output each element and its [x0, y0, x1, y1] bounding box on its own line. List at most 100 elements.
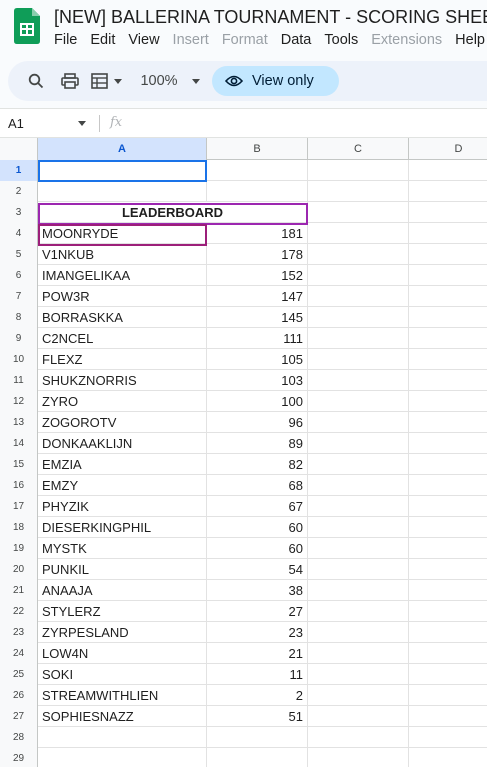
- empty-cell[interactable]: [308, 391, 409, 412]
- row-header[interactable]: 9: [0, 328, 38, 349]
- score-cell[interactable]: 60: [207, 538, 308, 559]
- score-cell[interactable]: 51: [207, 706, 308, 727]
- empty-cell[interactable]: [409, 685, 487, 706]
- empty-cell[interactable]: [409, 517, 487, 538]
- player-name-cell[interactable]: EMZIA: [38, 454, 207, 475]
- score-cell[interactable]: 21: [207, 643, 308, 664]
- empty-cell[interactable]: [409, 181, 487, 202]
- score-cell[interactable]: [207, 748, 308, 767]
- player-name-cell[interactable]: DIESERKINGPHIL: [38, 517, 207, 538]
- player-name-cell[interactable]: BORRASKKA: [38, 307, 207, 328]
- score-cell[interactable]: [207, 727, 308, 748]
- empty-cell[interactable]: [409, 664, 487, 685]
- empty-cell[interactable]: [308, 496, 409, 517]
- player-name-cell[interactable]: STREAMWITHLIEN: [38, 685, 207, 706]
- column-header-a[interactable]: A: [38, 138, 207, 160]
- row-header[interactable]: 12: [0, 391, 38, 412]
- view-only-button[interactable]: View only: [212, 66, 339, 96]
- select-all-corner[interactable]: [0, 138, 38, 160]
- row-header[interactable]: 29: [0, 748, 38, 767]
- empty-cell[interactable]: [308, 412, 409, 433]
- zoom-select[interactable]: 100%: [134, 61, 206, 101]
- row-header[interactable]: 10: [0, 349, 38, 370]
- menu-extensions[interactable]: Extensions: [371, 32, 442, 48]
- row-header[interactable]: 14: [0, 433, 38, 454]
- empty-cell[interactable]: [308, 286, 409, 307]
- empty-cell[interactable]: [409, 580, 487, 601]
- score-cell[interactable]: 152: [207, 265, 308, 286]
- player-name-cell[interactable]: [38, 727, 207, 748]
- player-name-cell[interactable]: EMZY: [38, 475, 207, 496]
- spreadsheet-grid[interactable]: A B C D 1 2 3 LEADERBOARD 4 MOONRYDE 181 5 V1NKU…: [0, 138, 487, 767]
- player-name-cell[interactable]: ZOGOROTV: [38, 412, 207, 433]
- column-header-d[interactable]: D: [409, 138, 487, 160]
- menu-edit[interactable]: Edit: [90, 32, 115, 48]
- score-cell[interactable]: 11: [207, 664, 308, 685]
- score-cell[interactable]: 2: [207, 685, 308, 706]
- score-cell[interactable]: 111: [207, 328, 308, 349]
- score-cell[interactable]: 181: [207, 223, 308, 244]
- score-cell[interactable]: 103: [207, 370, 308, 391]
- column-header-b[interactable]: B: [207, 138, 308, 160]
- empty-cell[interactable]: [409, 643, 487, 664]
- score-cell[interactable]: 67: [207, 496, 308, 517]
- menu-data[interactable]: Data: [281, 32, 312, 48]
- score-cell[interactable]: 89: [207, 433, 308, 454]
- row-header[interactable]: 28: [0, 727, 38, 748]
- empty-cell[interactable]: [409, 622, 487, 643]
- row-header[interactable]: 2: [0, 181, 38, 202]
- empty-cell[interactable]: [308, 307, 409, 328]
- empty-cell[interactable]: [308, 454, 409, 475]
- score-cell[interactable]: 100: [207, 391, 308, 412]
- empty-cell[interactable]: [409, 538, 487, 559]
- player-name-cell[interactable]: IMANGELIKAA: [38, 265, 207, 286]
- player-name-cell[interactable]: MYSTK: [38, 538, 207, 559]
- chevron-down-icon[interactable]: [78, 121, 86, 126]
- player-name-cell[interactable]: SHUKZNORRIS: [38, 370, 207, 391]
- empty-cell[interactable]: [409, 328, 487, 349]
- player-name-cell[interactable]: POW3R: [38, 286, 207, 307]
- score-cell[interactable]: 82: [207, 454, 308, 475]
- menu-format[interactable]: Format: [222, 32, 268, 48]
- empty-cell[interactable]: [308, 370, 409, 391]
- empty-cell[interactable]: [308, 244, 409, 265]
- empty-cell[interactable]: [308, 202, 409, 223]
- row-header[interactable]: 27: [0, 706, 38, 727]
- empty-cell[interactable]: [308, 475, 409, 496]
- score-cell[interactable]: 96: [207, 412, 308, 433]
- format-paint-button[interactable]: [88, 61, 124, 101]
- empty-cell[interactable]: [308, 328, 409, 349]
- empty-cell[interactable]: [308, 706, 409, 727]
- empty-cell[interactable]: [409, 748, 487, 767]
- player-name-cell[interactable]: DONKAAKLIJN: [38, 433, 207, 454]
- player-name-cell[interactable]: [38, 748, 207, 767]
- menu-insert[interactable]: Insert: [173, 32, 209, 48]
- column-header-c[interactable]: C: [308, 138, 409, 160]
- row-header[interactable]: 19: [0, 538, 38, 559]
- player-name-cell[interactable]: ZYRO: [38, 391, 207, 412]
- empty-cell[interactable]: [409, 727, 487, 748]
- empty-cell[interactable]: [409, 265, 487, 286]
- score-cell[interactable]: 60: [207, 517, 308, 538]
- empty-cell[interactable]: [308, 265, 409, 286]
- empty-cell[interactable]: [409, 601, 487, 622]
- empty-cell[interactable]: [308, 727, 409, 748]
- row-header[interactable]: 20: [0, 559, 38, 580]
- empty-cell[interactable]: [409, 433, 487, 454]
- row-header[interactable]: 13: [0, 412, 38, 433]
- score-cell[interactable]: 147: [207, 286, 308, 307]
- empty-cell[interactable]: [409, 307, 487, 328]
- player-name-cell[interactable]: MOONRYDE: [38, 223, 207, 244]
- empty-cell[interactable]: [409, 202, 487, 223]
- score-cell[interactable]: 178: [207, 244, 308, 265]
- empty-cell[interactable]: [308, 181, 409, 202]
- score-cell[interactable]: 54: [207, 559, 308, 580]
- empty-cell[interactable]: [308, 349, 409, 370]
- player-name-cell[interactable]: FLEXZ: [38, 349, 207, 370]
- score-cell[interactable]: 38: [207, 580, 308, 601]
- empty-cell[interactable]: [308, 160, 409, 181]
- player-name-cell[interactable]: [38, 160, 207, 181]
- empty-cell[interactable]: [409, 160, 487, 181]
- empty-cell[interactable]: [308, 664, 409, 685]
- row-header[interactable]: 3: [0, 202, 38, 223]
